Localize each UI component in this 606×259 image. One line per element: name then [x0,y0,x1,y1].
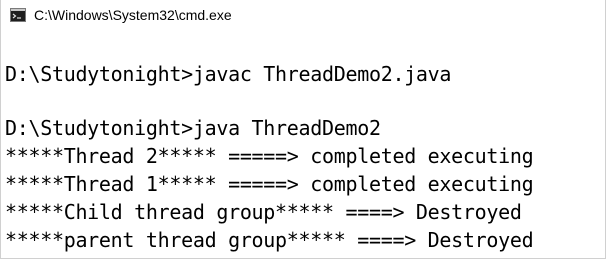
console-line: *****Thread 1***** =====> completed exec… [5,172,534,196]
title-bar[interactable]: C:\Windows\System32\cmd.exe [1,0,605,31]
cmd-window: C:\Windows\System32\cmd.exe D:\Studytoni… [0,0,606,259]
console-line: D:\Studytonight>javac ThreadDemo2.java [5,62,452,86]
console-output[interactable]: D:\Studytonight>javac ThreadDemo2.java D… [1,31,605,258]
console-line: D:\Studytonight>java ThreadDemo2 [5,116,381,140]
console-line: *****Thread 2***** =====> completed exec… [5,144,534,168]
console-line: *****Child thread group***** ====> Destr… [5,200,522,224]
cmd-icon [10,8,26,22]
window-title: C:\Windows\System32\cmd.exe [34,7,232,23]
console-line: *****parent thread group***** ====> Dest… [5,228,534,252]
